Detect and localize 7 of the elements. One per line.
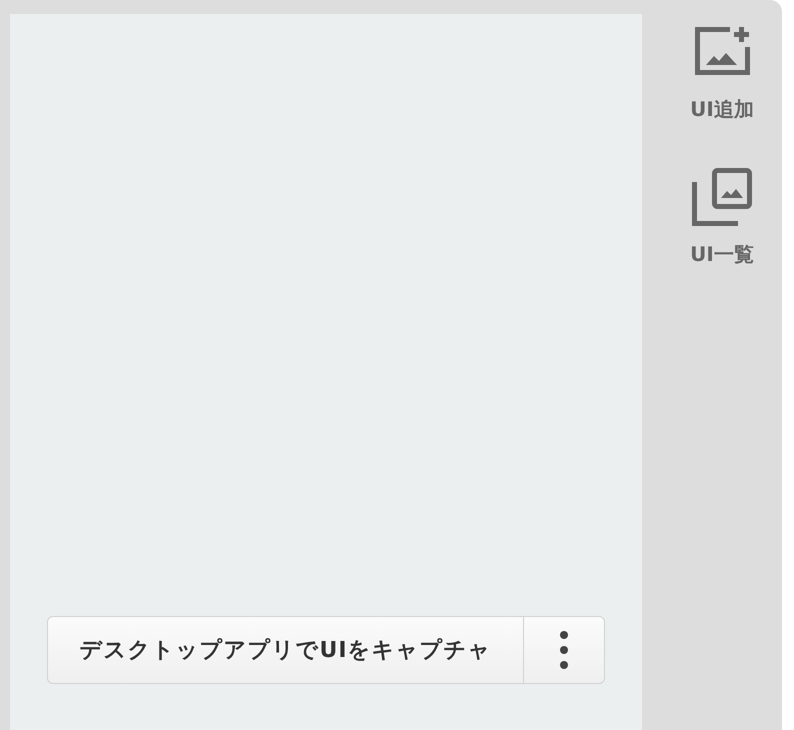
more-button[interactable] [524, 616, 605, 684]
add-image-button[interactable]: UI追加 [690, 27, 754, 121]
image-stack-icon [692, 168, 752, 226]
more-icon [560, 631, 568, 669]
add-image-icon [694, 27, 750, 75]
capture-button[interactable]: デスクトップアプリでUIをキャプチャ [47, 616, 524, 684]
image-list-button[interactable]: UI一覧 [690, 168, 754, 266]
